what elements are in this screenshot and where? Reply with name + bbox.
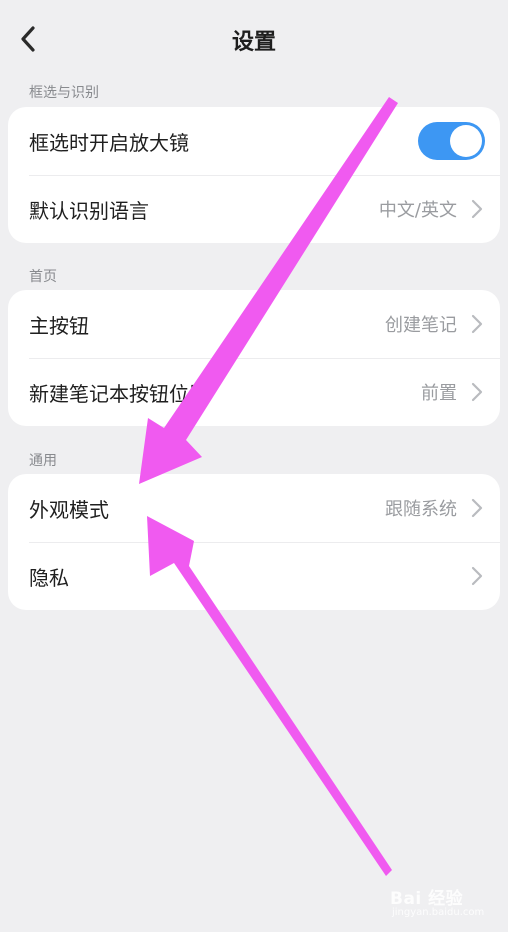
chevron-right-icon	[471, 382, 483, 402]
watermark-sub: jingyan.baidu.com	[392, 907, 485, 918]
settings-card-home: 主按钮 创建笔记 新建笔记本按钮位置 前置	[8, 290, 500, 426]
chevron-right-icon	[471, 199, 483, 219]
setting-value: 前置	[421, 383, 457, 404]
setting-value: 跟随系统	[385, 499, 457, 520]
section-label-home: 首页	[29, 269, 57, 285]
section-label-general: 通用	[29, 453, 57, 469]
setting-value: 创建笔记	[385, 315, 457, 336]
toggle-knob	[450, 125, 482, 157]
setting-row-language[interactable]: 默认识别语言 中文/英文	[8, 175, 500, 243]
setting-label: 主按钮	[29, 313, 89, 338]
header-bar: 设置	[0, 0, 508, 80]
setting-value: 中文/英文	[378, 200, 457, 221]
setting-label: 框选时开启放大镜	[29, 130, 189, 155]
setting-label: 默认识别语言	[29, 198, 149, 223]
setting-row-notebook-button-position[interactable]: 新建笔记本按钮位置 前置	[8, 358, 500, 426]
setting-label: 外观模式	[29, 497, 109, 522]
chevron-right-icon	[471, 314, 483, 334]
watermark-main: Bai 经验	[390, 889, 464, 909]
magnifier-toggle[interactable]	[418, 122, 485, 160]
settings-card-recognition: 框选时开启放大镜 默认识别语言 中文/英文	[8, 107, 500, 243]
chevron-right-icon	[471, 566, 483, 586]
setting-row-appearance[interactable]: 外观模式 跟随系统	[8, 474, 500, 542]
setting-label: 新建笔记本按钮位置	[29, 381, 209, 406]
setting-row-main-button[interactable]: 主按钮 创建笔记	[8, 290, 500, 358]
settings-card-general: 外观模式 跟随系统 隐私	[8, 474, 500, 610]
chevron-right-icon	[471, 498, 483, 518]
setting-label: 隐私	[29, 565, 69, 590]
page-title: 设置	[231, 30, 276, 55]
section-label-recognition: 框选与识别	[29, 85, 99, 101]
setting-row-magnifier[interactable]: 框选时开启放大镜	[8, 107, 500, 175]
setting-row-privacy[interactable]: 隐私	[8, 542, 500, 610]
baidu-jingyan-watermark: Bai 经验 jingyan.baidu.com	[388, 880, 498, 924]
